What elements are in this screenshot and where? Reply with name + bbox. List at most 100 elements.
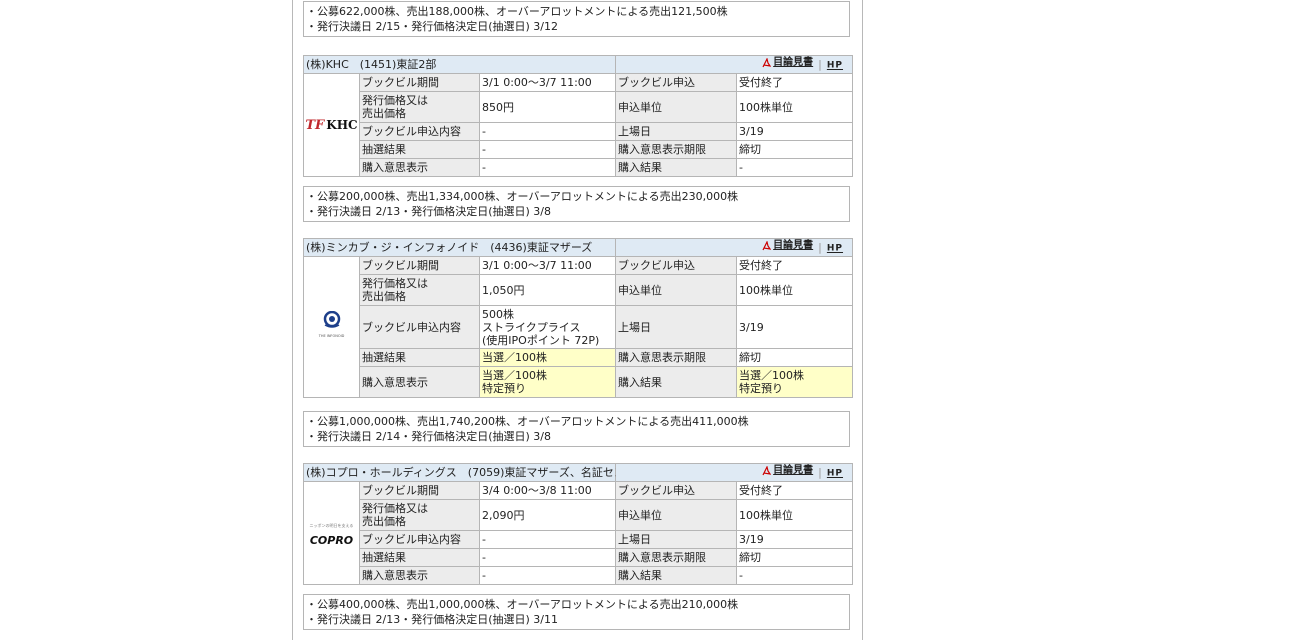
deadline-label: 購入意思表示期限 bbox=[615, 140, 737, 159]
apply-content-value: - bbox=[479, 530, 616, 549]
lottery-label: 抽選結果 bbox=[359, 348, 480, 367]
hp-link[interactable]: HP bbox=[827, 244, 843, 254]
link-separator: | bbox=[818, 240, 822, 254]
logo-text: THE INFONOID bbox=[318, 334, 345, 338]
purchase-label: 購入結果 bbox=[615, 566, 737, 585]
price-value: 850円 bbox=[479, 91, 616, 123]
notes-line: ・発行決議日 2/13・発行価格決定日(抽選日) 3/11 bbox=[306, 613, 558, 626]
deadline-label: 購入意思表示期限 bbox=[615, 548, 737, 567]
ipo-title: (株)コプロ・ホールディングス (7059)東証マザーズ、名証セントレックス bbox=[303, 463, 680, 482]
bookbuild-period-label: ブックビル期間 bbox=[359, 481, 480, 500]
purchase-value: 当選／100株 特定預り bbox=[735, 366, 854, 398]
company-logo-copro: ニッポンの明日を支える COPRO bbox=[303, 481, 360, 585]
ipo-links: 目論見書 | HP bbox=[615, 238, 854, 257]
price-label: 発行価格又は 売出価格 bbox=[359, 499, 480, 531]
deadline-value: 締切 bbox=[735, 548, 854, 567]
prospectus-label: 目論見書 bbox=[773, 465, 814, 477]
notes-line: ・発行決議日 2/13・発行価格決定日(抽選日) 3/8 bbox=[306, 205, 551, 218]
apply-content-label: ブックビル申込内容 bbox=[359, 530, 480, 549]
bookbuild-apply-value: 受付終了 bbox=[735, 481, 854, 500]
intent-value: 当選／100株 特定預り bbox=[479, 366, 616, 398]
lottery-label: 抽選結果 bbox=[359, 548, 480, 567]
notes-line: ・発行決議日 2/14・発行価格決定日(抽選日) 3/8 bbox=[306, 430, 551, 443]
price-value: 2,090円 bbox=[479, 499, 616, 531]
prospectus-label: 目論見書 bbox=[773, 57, 814, 69]
ipo-notes-khc: ・公募200,000株、売出1,334,000株、オーバーアロットメントによる売… bbox=[303, 186, 850, 222]
ipo-list-panel: ・公募622,000株、売出188,000株、オーバーアロットメントによる売出1… bbox=[292, 0, 863, 640]
lottery-value: 当選／100株 bbox=[479, 348, 616, 367]
bookbuild-apply-label: ブックビル申込 bbox=[615, 481, 737, 500]
bookbuild-period-value: 3/1 0:00～3/7 11:00 bbox=[479, 73, 616, 92]
apply-content-label: ブックビル申込内容 bbox=[359, 122, 480, 141]
price-label: 発行価格又は 売出価格 bbox=[359, 91, 480, 123]
intent-value: - bbox=[479, 566, 616, 585]
lottery-label: 抽選結果 bbox=[359, 140, 480, 159]
notes-line: ・公募200,000株、売出1,334,000株、オーバーアロットメントによる売… bbox=[306, 190, 739, 203]
apply-content-label: ブックビル申込内容 bbox=[359, 305, 480, 349]
notes-line: ・公募400,000株、売出1,000,000株、オーバーアロットメントによる売… bbox=[306, 598, 739, 611]
unit-label: 申込単位 bbox=[615, 499, 737, 531]
unit-value: 100株単位 bbox=[735, 91, 854, 123]
lottery-value: - bbox=[479, 548, 616, 567]
minkabu-logo-icon bbox=[323, 311, 340, 328]
intent-label: 購入意思表示 bbox=[359, 158, 480, 177]
listing-value: 3/19 bbox=[735, 122, 854, 141]
unit-label: 申込単位 bbox=[615, 274, 737, 306]
ipo-table-minkabu: (株)ミンカブ・ジ・インフォノイド (4436)東証マザーズ 目論見書 | HP T… bbox=[303, 238, 854, 398]
deadline-value: 締切 bbox=[735, 140, 854, 159]
intent-label: 購入意思表示 bbox=[359, 366, 480, 398]
company-logo-khc: TF KHC bbox=[303, 73, 360, 177]
link-separator: | bbox=[818, 465, 822, 479]
unit-value: 100株単位 bbox=[735, 499, 854, 531]
listing-value: 3/19 bbox=[735, 305, 854, 349]
listing-label: 上場日 bbox=[615, 122, 737, 141]
bookbuild-period-value: 3/4 0:00～3/8 11:00 bbox=[479, 481, 616, 500]
unit-value: 100株単位 bbox=[735, 274, 854, 306]
listing-value: 3/19 bbox=[735, 530, 854, 549]
ipo-table-copro: (株)コプロ・ホールディングス (7059)東証マザーズ、名証セントレックス 目… bbox=[303, 463, 854, 585]
notes-line: ・公募1,000,000株、売出1,740,200株、オーバーアロットメントによ… bbox=[306, 415, 749, 428]
ipo-table-khc: (株)KHC (1451)東証2部 目論見書 | HP TF KHC ブックビル期間 … bbox=[303, 55, 854, 177]
lottery-value: - bbox=[479, 140, 616, 159]
apply-content-value: 500株 ストライクプライス (使用IPOポイント 72P) bbox=[479, 305, 616, 349]
pdf-icon bbox=[762, 465, 772, 476]
purchase-value: - bbox=[735, 566, 854, 585]
notes-line: ・公募622,000株、売出188,000株、オーバーアロットメントによる売出1… bbox=[306, 5, 728, 18]
bookbuild-period-label: ブックビル期間 bbox=[359, 73, 480, 92]
ipo-links: 目論見書 | HP bbox=[615, 463, 854, 482]
logo-text: KHC bbox=[326, 117, 358, 132]
khc-mark-icon: TF bbox=[305, 117, 325, 133]
apply-content-value: - bbox=[479, 122, 616, 141]
pdf-icon bbox=[762, 240, 772, 251]
intent-label: 購入意思表示 bbox=[359, 566, 480, 585]
pdf-icon bbox=[762, 57, 772, 68]
logo-text: COPRO bbox=[309, 534, 354, 547]
deadline-value: 締切 bbox=[735, 348, 854, 367]
prospectus-link[interactable]: 目論見書 bbox=[762, 464, 813, 477]
link-separator: | bbox=[818, 57, 822, 71]
prospectus-link[interactable]: 目論見書 bbox=[762, 56, 813, 69]
ipo-links: 目論見書 | HP bbox=[615, 55, 854, 74]
company-logo-minkabu: THE INFONOID bbox=[303, 256, 360, 398]
notes-line: ・発行決議日 2/15・発行価格決定日(抽選日) 3/12 bbox=[306, 20, 558, 33]
listing-label: 上場日 bbox=[615, 530, 737, 549]
prospectus-link[interactable]: 目論見書 bbox=[762, 239, 813, 252]
ipo-title: (株)ミンカブ・ジ・インフォノイド (4436)東証マザーズ bbox=[303, 238, 616, 257]
bookbuild-apply-label: ブックビル申込 bbox=[615, 256, 737, 275]
bookbuild-apply-value: 受付終了 bbox=[735, 73, 854, 92]
logo-tagline: ニッポンの明日を支える bbox=[309, 523, 354, 528]
bookbuild-apply-label: ブックビル申込 bbox=[615, 73, 737, 92]
hp-link[interactable]: HP bbox=[827, 61, 843, 71]
hp-link[interactable]: HP bbox=[827, 469, 843, 479]
bookbuild-period-label: ブックビル期間 bbox=[359, 256, 480, 275]
purchase-label: 購入結果 bbox=[615, 158, 737, 177]
ipo-notes-minkabu: ・公募1,000,000株、売出1,740,200株、オーバーアロットメントによ… bbox=[303, 411, 850, 447]
bookbuild-period-value: 3/1 0:00～3/7 11:00 bbox=[479, 256, 616, 275]
ipo-notes-0: ・公募622,000株、売出188,000株、オーバーアロットメントによる売出1… bbox=[303, 1, 850, 37]
bookbuild-apply-value: 受付終了 bbox=[735, 256, 854, 275]
purchase-value: - bbox=[735, 158, 854, 177]
intent-value: - bbox=[479, 158, 616, 177]
listing-label: 上場日 bbox=[615, 305, 737, 349]
deadline-label: 購入意思表示期限 bbox=[615, 348, 737, 367]
ipo-notes-copro: ・公募400,000株、売出1,000,000株、オーバーアロットメントによる売… bbox=[303, 594, 850, 630]
